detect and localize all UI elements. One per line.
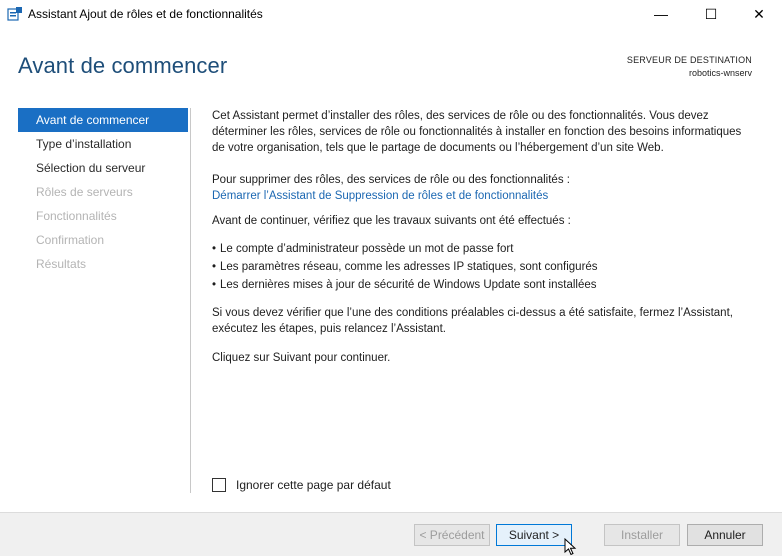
bullet-icon: • [212, 261, 217, 273]
intro-line: de votre organisation, tels que le parta… [212, 142, 664, 154]
prerequisites-list: • Le compte d’administrateur possède un m… [212, 240, 598, 294]
remove-paragraph: Pour supprimer des rôles, des services d… [212, 172, 570, 204]
skip-page-checkbox[interactable] [212, 478, 226, 492]
wizard-steps-nav: Avant de commencer Type d’installation S… [18, 108, 188, 276]
next-instruction: Cliquez sur Suivant pour continuer. [212, 352, 391, 364]
verify-paragraph: Si vous devez vérifier que l’une des con… [212, 305, 733, 337]
list-item: • Les dernières mises à jour de sécurité … [212, 276, 598, 294]
list-item: • Le compte d’administrateur possède un m… [212, 240, 598, 258]
close-button[interactable]: ✕ [736, 0, 782, 28]
bullet-icon: • [212, 279, 217, 291]
verify-line: exécutez les étapes, puis relancez l’Ass… [212, 323, 446, 335]
nav-divider [190, 108, 191, 493]
skip-page-option[interactable]: Ignorer cette page par défaut [212, 478, 391, 492]
window-title: Assistant Ajout de rôles et de fonctionn… [28, 7, 263, 21]
bullet-icon: • [212, 243, 217, 255]
list-item: • Les paramètres réseau, comme les adress… [212, 258, 598, 276]
intro-paragraph: Cet Assistant permet d’installer des rôl… [212, 108, 741, 156]
destination-server-name: robotics-wnserv [688, 68, 752, 78]
minimize-button[interactable]: — [638, 0, 684, 28]
remove-text: Pour supprimer des rôles, des services d… [212, 174, 570, 186]
skip-page-label[interactable]: Ignorer cette page par défaut [236, 478, 391, 492]
install-button: Installer [604, 524, 680, 546]
title-bar: Assistant Ajout de rôles et de fonctionn… [0, 0, 782, 28]
page-title: Avant de commencer [18, 53, 228, 78]
cancel-button[interactable]: Annuler [687, 524, 763, 546]
nav-item-results: Résultats [36, 257, 87, 271]
nav-item-confirmation: Confirmation [36, 233, 105, 247]
verify-line: Si vous devez vérifier que l’une des con… [212, 307, 733, 319]
nav-item-before-you-begin[interactable]: Avant de commencer [18, 108, 188, 132]
nav-item-features: Fonctionnalités [36, 209, 117, 223]
footer-bar: < Précédent Suivant > Installer Annuler [0, 512, 782, 556]
previous-button: < Précédent [414, 524, 490, 546]
intro-line: Cet Assistant permet d’installer des rôl… [212, 110, 709, 122]
intro-line: déterminer les rôles, services de rôle o… [212, 126, 742, 138]
maximize-button[interactable]: ☐ [688, 0, 734, 28]
nav-item-server-selection[interactable]: Sélection du serveur [18, 156, 188, 180]
check-text: Avant de continuer, vérifiez que les tra… [212, 215, 571, 227]
server-manager-icon [7, 7, 22, 21]
nav-item-installation-type[interactable]: Type d’installation [18, 132, 188, 156]
destination-server-label: SERVEUR DE DESTINATION [626, 55, 752, 65]
mouse-pointer-icon [564, 538, 577, 556]
next-button[interactable]: Suivant > [496, 524, 572, 546]
nav-item-server-roles: Rôles de serveurs [36, 185, 133, 199]
remove-roles-wizard-link[interactable]: Démarrer l’Assistant de Suppression de r… [212, 188, 570, 204]
